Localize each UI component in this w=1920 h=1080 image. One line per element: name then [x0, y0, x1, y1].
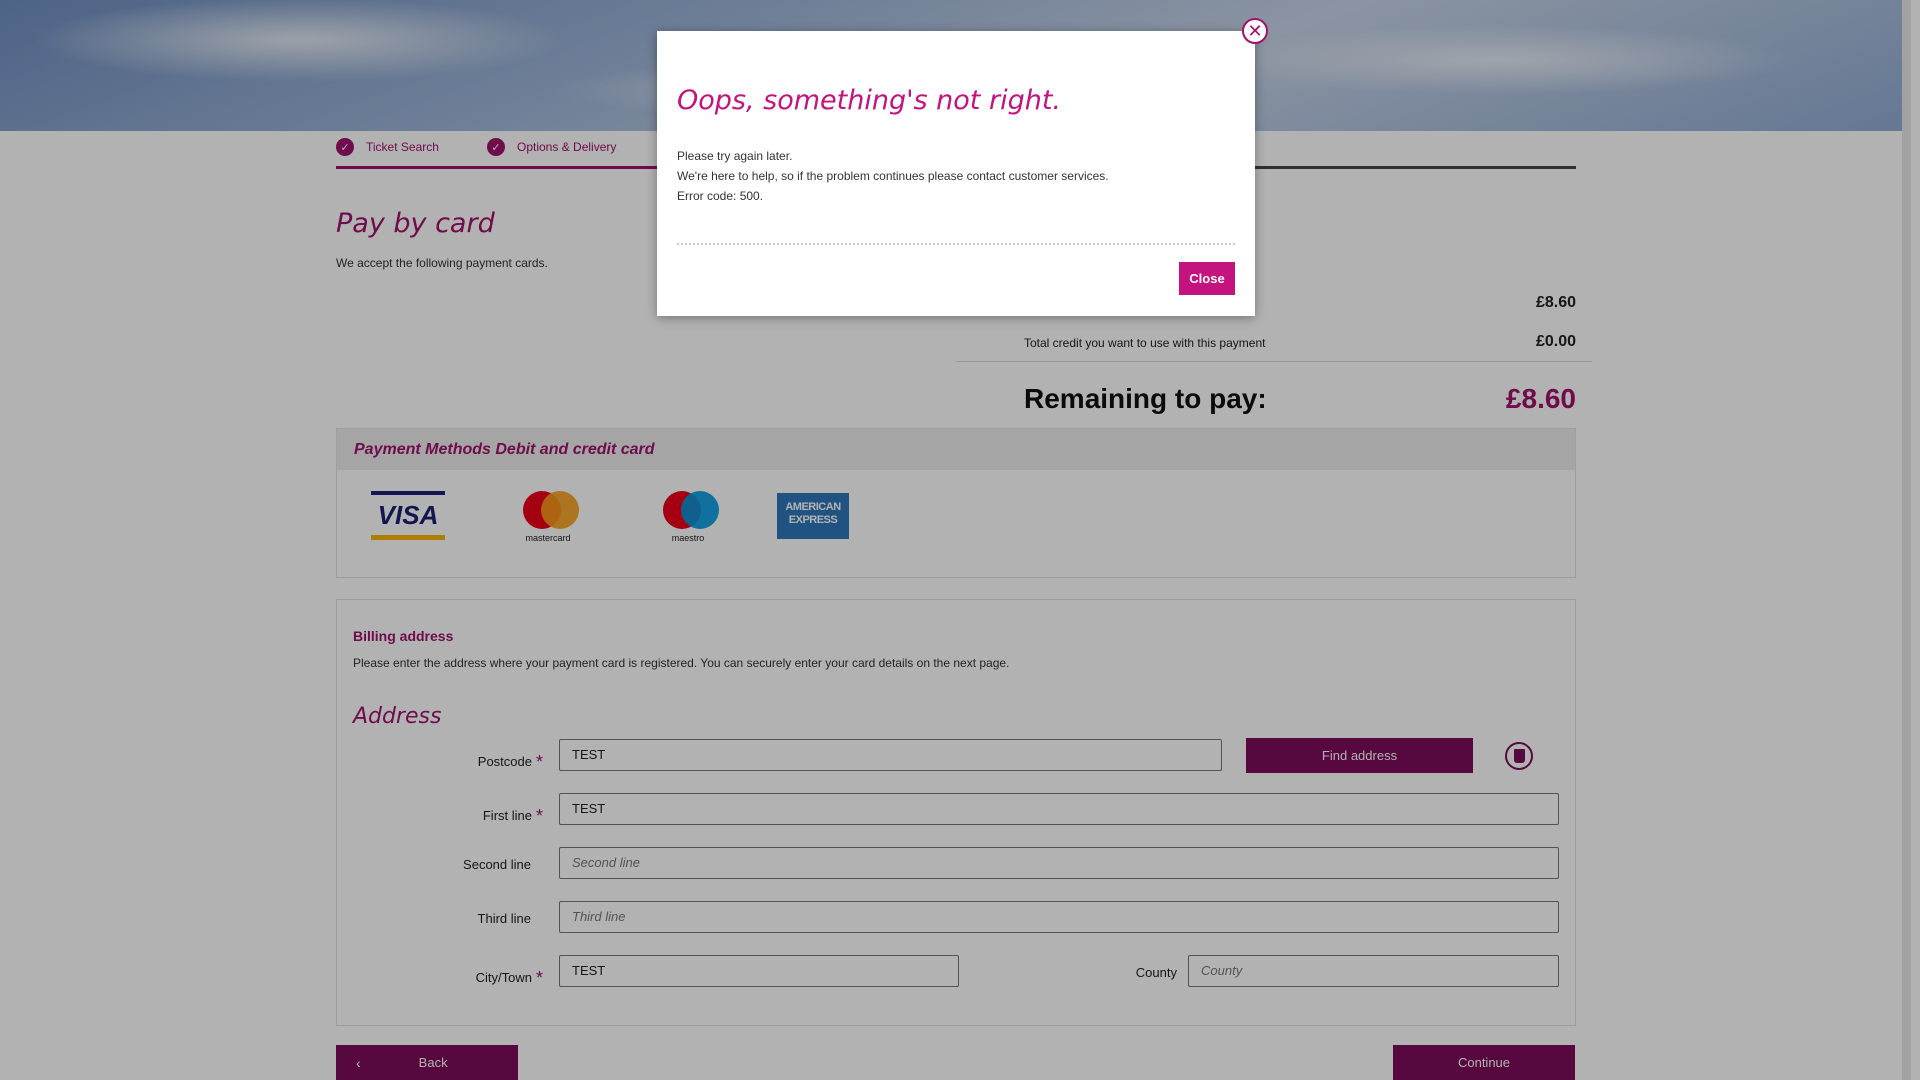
modal-title: Oops, something's not right.: [677, 85, 1061, 116]
modal-message-line: We're here to help, so if the problem co…: [677, 169, 1109, 183]
modal-message-line: Please try again later.: [677, 149, 793, 163]
modal-close-button[interactable]: Close: [1179, 262, 1235, 295]
close-icon[interactable]: ✕: [1242, 18, 1268, 44]
modal-divider: [677, 243, 1235, 245]
error-modal: Oops, something's not right. Please try …: [657, 31, 1255, 316]
modal-message: Please try again later. We're here to he…: [677, 146, 1109, 206]
error-code-text: Error code: 500.: [677, 189, 764, 203]
